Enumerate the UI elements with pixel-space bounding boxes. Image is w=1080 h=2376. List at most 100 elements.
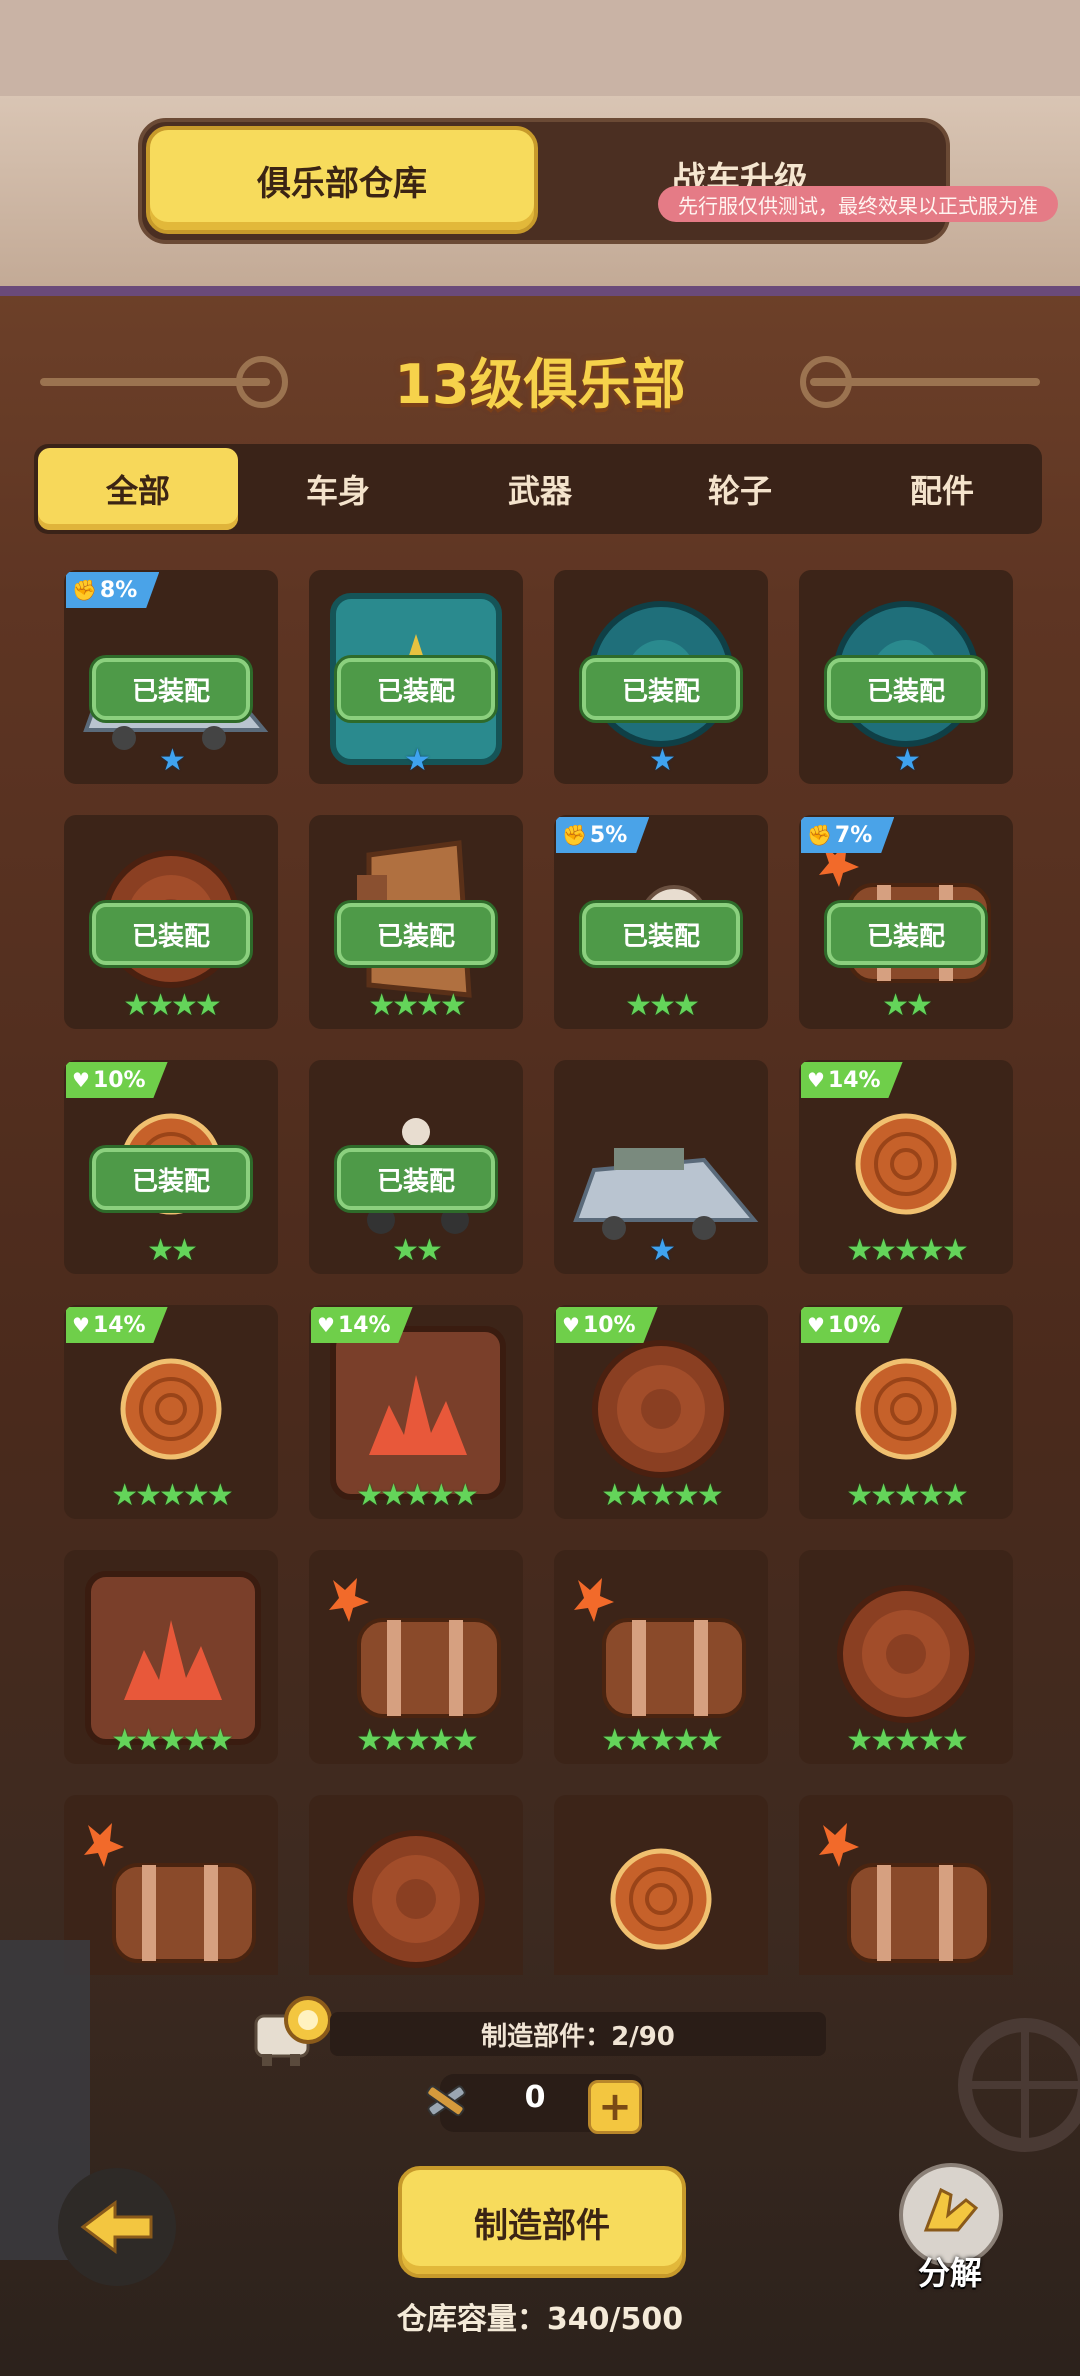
equipped-label: 已装配 [337, 1148, 495, 1210]
wood-wheel-icon [347, 1830, 485, 1968]
attack-bonus-badge: ✊ 8% [66, 572, 160, 608]
filter-body[interactable]: 车身 [238, 448, 438, 530]
item-card[interactable]: ✊ 5% 已装配 ★★★ [554, 815, 768, 1029]
bonus-percent: 14% [827, 1067, 881, 1093]
heart-icon: ♥ [807, 1068, 825, 1092]
fist-icon: ✊ [72, 578, 97, 602]
fist-icon: ✊ [807, 823, 832, 847]
item-card[interactable]: 已装配 ★ [554, 570, 768, 784]
item-card[interactable]: ✊ 8% 已装配 ★ [64, 570, 278, 784]
heart-icon: ♥ [562, 1313, 580, 1337]
bonus-percent: 10% [92, 1067, 146, 1093]
background-wagon-wheel [958, 2018, 1080, 2152]
star-rating: ★ [159, 743, 186, 778]
item-card[interactable]: ♥ 10% 已装配 ★★ [64, 1060, 278, 1274]
star-rating: ★ [649, 743, 676, 778]
star-rating: ★★★★★ [111, 1478, 233, 1513]
tools-icon [426, 2085, 466, 2117]
dismantle-label[interactable]: 分解 [880, 2248, 1020, 2294]
item-card[interactable]: ★★★★★ [554, 1550, 768, 1764]
item-card[interactable]: ♥ 10% ★★★★★ [554, 1305, 768, 1519]
item-card[interactable]: ★★★★★ [309, 1550, 523, 1764]
item-card[interactable]: ★★★★★ [799, 1550, 1013, 1764]
filter-weapon[interactable]: 武器 [440, 448, 640, 530]
material-count: 0 [524, 2080, 546, 2115]
item-card[interactable]: ✊ 7% 已装配 ★★ [799, 815, 1013, 1029]
filter-accessories[interactable]: 配件 [842, 448, 1042, 530]
item-grid: ✊ 8% 已装配 ★ 已装配 ★ 已装配 ★ 已装配 ★ 已装配 ★★★★ 已装配 ★★★★ ✊ 5% 已装配 ★… [64, 570, 1024, 1975]
craft-parts-button[interactable]: 制造部件 [398, 2166, 686, 2278]
star-rating: ★★★★ [123, 988, 222, 1023]
item-card[interactable]: 已装配 ★ [309, 570, 523, 784]
item-card[interactable]: ♥ 14% ★★★★★ [799, 1060, 1013, 1274]
club-level-title: 13级俱乐部 [394, 353, 686, 416]
star-rating: ★★★★★ [356, 1478, 478, 1513]
tab-club-warehouse[interactable]: 俱乐部仓库 [146, 126, 538, 234]
star-rating: ★★★★★ [846, 1723, 968, 1758]
equipped-label: 已装配 [337, 658, 495, 720]
star-rating: ★★ [882, 988, 933, 1023]
item-card[interactable]: ♥ 10% ★★★★★ [799, 1305, 1013, 1519]
item-card[interactable]: ♥ 14% ★★★★★ [64, 1305, 278, 1519]
equipped-label: 已装配 [337, 903, 495, 965]
equipped-label: 已装配 [92, 1148, 250, 1210]
health-bonus-badge: ♥ 10% [801, 1307, 903, 1343]
status-bar-area [0, 0, 1080, 96]
equipped-label: 已装配 [827, 658, 985, 720]
star-rating: ★★ [392, 1233, 443, 1268]
equipped-label: 已装配 [92, 903, 250, 965]
star-rating: ★ [404, 743, 431, 778]
bonus-percent: 5% [589, 822, 628, 848]
equipped-label: 已装配 [582, 658, 740, 720]
item-card[interactable]: 已装配 ★ [799, 570, 1013, 784]
attack-bonus-badge: ✊ 7% [801, 817, 895, 853]
equipped-label: 已装配 [582, 903, 740, 965]
health-bonus-badge: ♥ 14% [801, 1062, 903, 1098]
bonus-percent: 14% [92, 1312, 146, 1338]
heart-icon: ♥ [72, 1068, 90, 1092]
barrel-icon [819, 1823, 991, 1963]
heart-icon: ♥ [317, 1313, 335, 1337]
heart-icon: ♥ [807, 1313, 825, 1337]
bonus-percent: 8% [99, 577, 138, 603]
bonus-percent: 10% [582, 1312, 636, 1338]
star-rating: ★★★ [625, 988, 700, 1023]
health-bonus-badge: ♥ 14% [311, 1307, 413, 1343]
item-card[interactable]: ♥ 14% ★★★★★ [309, 1305, 523, 1519]
star-rating: ★★★★★ [846, 1478, 968, 1513]
star-rating: ★ [649, 1233, 676, 1268]
filter-all[interactable]: 全部 [38, 448, 238, 530]
back-button[interactable] [58, 2168, 176, 2286]
item-card[interactable]: ★ [554, 1060, 768, 1274]
item-card[interactable] [64, 1795, 278, 1975]
heart-icon: ♥ [72, 1313, 90, 1337]
star-rating: ★★★★★ [846, 1233, 968, 1268]
item-card[interactable]: 已装配 ★★ [309, 1060, 523, 1274]
item-card[interactable]: 已装配 ★★★★ [309, 815, 523, 1029]
barrel-icon [84, 1823, 256, 1963]
item-card[interactable]: ★★★★★ [64, 1550, 278, 1764]
item-card[interactable] [554, 1795, 768, 1975]
fist-icon: ✊ [562, 823, 587, 847]
item-card[interactable]: 已装配 ★★★★ [64, 815, 278, 1029]
warehouse-capacity: 仓库容量：340/500 [396, 2302, 684, 2337]
log-wheel-icon [610, 1848, 712, 1950]
filter-wheels[interactable]: 轮子 [640, 448, 840, 530]
health-bonus-badge: ♥ 10% [556, 1307, 658, 1343]
bonus-percent: 10% [827, 1312, 881, 1338]
item-card[interactable] [799, 1795, 1013, 1975]
star-rating: ★★★★★ [601, 1723, 723, 1758]
star-rating: ★ [894, 743, 921, 778]
star-rating: ★★ [147, 1233, 198, 1268]
health-bonus-badge: ♥ 10% [66, 1062, 168, 1098]
bonus-percent: 7% [834, 822, 873, 848]
star-rating: ★★★★★ [601, 1478, 723, 1513]
star-rating: ★★★★ [368, 988, 467, 1023]
craft-progress-bar: 制造部件：2/90 [330, 2012, 826, 2056]
item-card[interactable] [309, 1795, 523, 1975]
attack-bonus-badge: ✊ 5% [556, 817, 650, 853]
test-server-notice: 先行服仅供测试，最终效果以正式服为准 [658, 186, 1058, 222]
star-rating: ★★★★★ [111, 1723, 233, 1758]
add-material-button[interactable]: + [588, 2080, 642, 2134]
health-bonus-badge: ♥ 14% [66, 1307, 168, 1343]
